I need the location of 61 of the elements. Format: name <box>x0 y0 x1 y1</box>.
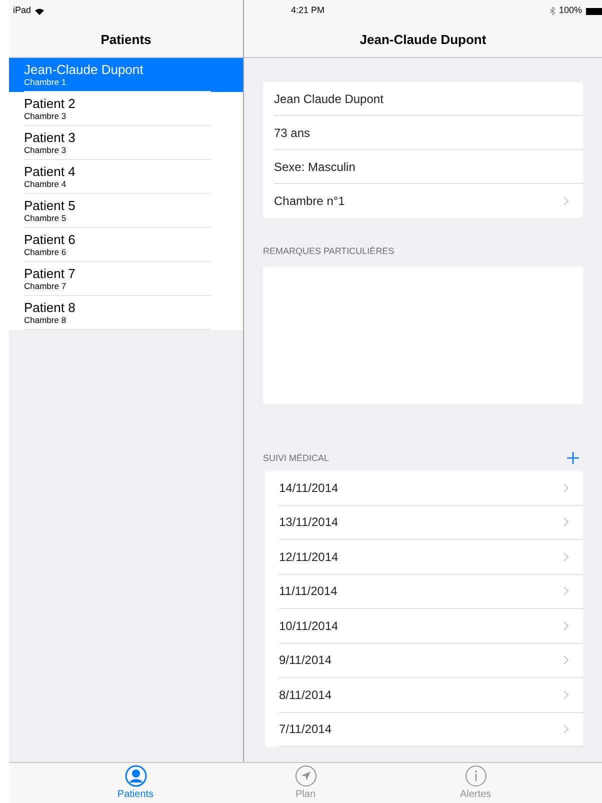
person-icon <box>124 765 146 787</box>
chevron-icon <box>563 690 569 700</box>
chevron-icon <box>563 482 569 493</box>
status-time: 4:21 PM <box>291 4 325 18</box>
followup-row[interactable]: 12/11/2014 <box>279 540 583 574</box>
followup-date: 10/11/2014 <box>279 618 338 635</box>
followup-date: 8/11/2014 <box>279 686 332 704</box>
section-header: REMARQUES PARTICULIÈRES <box>263 245 396 258</box>
followup-date: 13/11/2014 <box>279 514 338 532</box>
info-text: 73 ans <box>274 124 310 142</box>
room-label: Chambre 6 <box>24 247 68 257</box>
room-label: Chambre 5 <box>24 213 68 223</box>
followup-row[interactable]: 8/11/2014 <box>279 678 583 712</box>
room-label: Chambre 8 <box>24 315 68 325</box>
info-text: Chambre n°1 <box>274 193 345 210</box>
followup-date: 9/11/2014 <box>279 652 332 670</box>
patient-name: Patient 4 <box>24 164 76 179</box>
room-label: Chambre 3 <box>24 111 68 121</box>
followup-row[interactable]: 14/11/2014 <box>279 471 583 506</box>
tab-bar-item[interactable]: Patients <box>96 763 176 803</box>
patient-name: Patient 3 <box>24 130 76 145</box>
followup-row[interactable]: 11/11/2014 <box>279 574 583 609</box>
info-text: Sexe: Masculin <box>274 158 356 176</box>
room-label: Chambre 4 <box>24 179 68 189</box>
battery-level: 100% <box>558 4 582 18</box>
battery-icon <box>586 8 602 14</box>
sidebar-title: Patients <box>100 30 152 49</box>
chevron-icon <box>563 586 569 596</box>
detail-title: Jean-Claude Dupont <box>358 30 488 49</box>
bluetooth-icon <box>550 7 555 15</box>
room-label: Chambre 3 <box>24 145 68 155</box>
patient-name: Patient 8 <box>24 300 76 315</box>
followup-date: 11/11/2014 <box>279 583 338 600</box>
followup-row[interactable]: 13/11/2014 <box>279 506 583 540</box>
chevron-icon <box>563 517 569 528</box>
info-text: Jean Claude Dupont <box>274 90 384 108</box>
wifi-icon <box>35 8 44 14</box>
followup-row[interactable]: 10/11/2014 <box>279 609 583 644</box>
patient-name: Patient 2 <box>24 96 76 111</box>
chevron-icon <box>563 196 569 206</box>
chevron-icon <box>563 552 569 562</box>
chevron-icon <box>563 724 569 734</box>
patient-name: Patient 7 <box>24 266 76 281</box>
add-icon[interactable] <box>567 452 579 464</box>
patient-name: Patient 5 <box>24 198 76 213</box>
followup-date: 12/11/2014 <box>279 548 338 566</box>
chevron-icon <box>563 620 569 631</box>
followup-date: 7/11/2014 <box>279 721 332 738</box>
info-row[interactable]: Chambre n°1 <box>274 184 583 218</box>
patient-name: Jean-Claude Dupont <box>24 62 144 77</box>
room-label: Chambre 7 <box>24 281 68 291</box>
section-header: SUIVI MÉDICAL <box>263 452 330 464</box>
patient-list-item[interactable]: Jean-Claude Dupont Chambre 1 <box>9 58 243 92</box>
patient-name: Patient 6 <box>24 232 76 247</box>
device-name: iPad <box>13 4 32 18</box>
chevron-icon <box>563 655 569 666</box>
info-icon <box>464 765 486 787</box>
room-label: Chambre 1 <box>24 77 68 87</box>
followup-row[interactable]: 7/11/2014 <box>279 712 583 747</box>
followup-date: 14/11/2014 <box>279 480 338 497</box>
followup-row[interactable]: 9/11/2014 <box>279 644 583 678</box>
